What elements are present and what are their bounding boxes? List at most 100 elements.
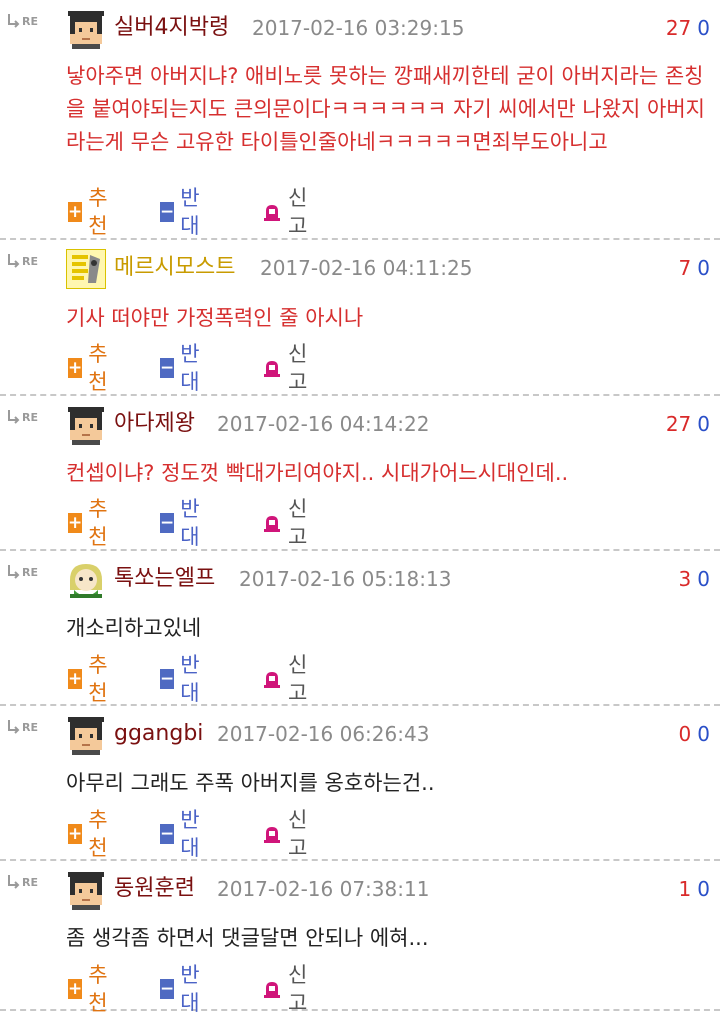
comment-date: 2017-02-16 06:26:43 (217, 722, 430, 746)
nickname[interactable]: 아다제왕 (114, 408, 195, 440)
avatar[interactable] (66, 715, 106, 755)
siren-icon (262, 824, 282, 844)
siren-icon (262, 202, 282, 222)
avatar[interactable] (66, 870, 106, 910)
upvote-count: 27 (665, 16, 692, 40)
report-label: 신고 (288, 653, 308, 705)
siren-icon (262, 669, 282, 689)
report-label: 신고 (288, 342, 308, 394)
report-button[interactable]: 신고 (262, 186, 307, 238)
recommend-button[interactable]: + 추천 (68, 808, 113, 860)
siren-icon (262, 513, 282, 533)
oppose-button[interactable]: − 반대 (160, 186, 205, 238)
svg-text:RE: RE (22, 721, 38, 734)
recommend-label: 추천 (88, 342, 108, 394)
reply-re-icon: RE (6, 563, 46, 581)
recommend-label: 추천 (88, 186, 108, 238)
report-button[interactable]: 신고 (262, 653, 307, 705)
comment-text: 컨셉이냐? 정도껏 빡대가리여야지.. 시대가어느시대인데.. (66, 461, 569, 485)
downvote-count: 0 (697, 877, 710, 901)
oppose-button[interactable]: − 반대 (160, 497, 205, 549)
comment-item: RE 톡쏘는엘프 2017-02-16 05:18:13 3 0 개소리하고있네 + 추천 − 반… (0, 551, 720, 706)
comment-list: RE 실버4지박령 2017-02-16 03:29:15 27 0 낳아주면 아버지냐?… (0, 0, 720, 1015)
comment-item: RE 메르시모스트 2017-02-16 04:11:25 7 0 기사 떠야만 가정폭력… (0, 240, 720, 396)
report-button[interactable]: 신고 (262, 342, 307, 394)
nickname[interactable]: ggangbi (114, 718, 203, 750)
oppose-label: 반대 (180, 497, 200, 549)
reply-re-icon: RE (6, 408, 46, 426)
reply-re-icon: RE (6, 718, 46, 736)
avatar[interactable] (66, 405, 106, 445)
minus-icon: − (160, 669, 175, 689)
comment-date: 2017-02-16 03:29:15 (252, 16, 465, 40)
plus-icon: + (68, 513, 83, 533)
recommend-label: 추천 (88, 497, 108, 549)
downvote-count: 0 (697, 567, 710, 591)
comment-date: 2017-02-16 05:18:13 (239, 567, 452, 591)
siren-icon (262, 358, 282, 378)
comment-date: 2017-02-16 07:38:11 (217, 877, 430, 901)
nickname[interactable]: 동원훈련 (114, 873, 195, 905)
upvote-count: 0 (678, 722, 692, 746)
minus-icon: − (160, 513, 175, 533)
report-label: 신고 (288, 963, 308, 1015)
recommend-label: 추천 (88, 963, 108, 1015)
recommend-label: 추천 (88, 808, 108, 860)
avatar[interactable] (66, 9, 106, 49)
comment-header: 메르시모스트 2017-02-16 04:11:25 7 0 (114, 252, 710, 284)
oppose-button[interactable]: − 반대 (160, 653, 205, 705)
minus-icon: − (160, 202, 175, 222)
comment-header: ggangbi 2017-02-16 06:26:43 0 0 (114, 718, 710, 750)
report-label: 신고 (288, 808, 308, 860)
reply-re-icon: RE (6, 252, 46, 270)
svg-text:RE: RE (22, 411, 38, 424)
comment-item: RE ggangbi 2017-02-16 06:26:43 0 0 아무리 그래도 주폭… (0, 706, 720, 861)
oppose-button[interactable]: − 반대 (160, 808, 205, 860)
comment-text: 좀 생각좀 하면서 댓글달면 안되나 에혀... (66, 926, 429, 950)
oppose-button[interactable]: − 반대 (160, 342, 205, 394)
recommend-button[interactable]: + 추천 (68, 497, 113, 549)
nickname[interactable]: 실버4지박령 (114, 12, 229, 44)
avatar[interactable] (66, 249, 106, 289)
recommend-button[interactable]: + 추천 (68, 342, 113, 394)
report-button[interactable]: 신고 (262, 808, 307, 860)
svg-text:RE: RE (22, 15, 38, 28)
oppose-label: 반대 (180, 963, 200, 1015)
report-label: 신고 (288, 497, 308, 549)
nickname[interactable]: 톡쏘는엘프 (114, 563, 215, 595)
report-button[interactable]: 신고 (262, 497, 307, 549)
comment-date: 2017-02-16 04:11:25 (260, 256, 473, 280)
upvote-count: 27 (665, 412, 692, 436)
vote-counts: 27 0 (666, 12, 710, 44)
comment-item: RE 동원훈련 2017-02-16 07:38:11 1 0 좀 생각좀 하면서 댓글달… (0, 861, 720, 1015)
vote-counts: 10 (679, 873, 710, 905)
avatar[interactable] (66, 560, 106, 600)
comment-text: 기사 떠야만 가정폭력인 줄 아시나 (66, 306, 364, 330)
svg-text:RE: RE (22, 255, 38, 268)
recommend-button[interactable]: + 추천 (68, 963, 113, 1015)
recommend-button[interactable]: + 추천 (68, 653, 113, 705)
minus-icon: − (160, 824, 175, 844)
upvote-count: 3 (678, 567, 692, 591)
oppose-button[interactable]: − 반대 (160, 963, 205, 1015)
svg-text:RE: RE (22, 566, 38, 579)
upvote-count: 7 (678, 256, 692, 280)
comment-item: RE 아다제왕 2017-02-16 04:14:22 27 0 컨셉이냐? 정도껏 빡대… (0, 396, 720, 551)
nickname[interactable]: 메르시모스트 (114, 252, 235, 284)
minus-icon: − (160, 358, 175, 378)
report-button[interactable]: 신고 (262, 963, 307, 1015)
comment-date: 2017-02-16 04:14:22 (217, 412, 430, 436)
plus-icon: + (68, 979, 83, 999)
comment-header: 동원훈련 2017-02-16 07:38:11 1 0 (114, 873, 710, 905)
comment-header: 톡쏘는엘프 2017-02-16 05:18:13 3 0 (114, 563, 710, 595)
upvote-count: 1 (678, 877, 692, 901)
comment-text: 아무리 그래도 주폭 아버지를 옹호하는건.. (66, 771, 435, 795)
downvote-count: 0 (697, 722, 710, 746)
vote-counts: 00 (679, 718, 710, 750)
oppose-label: 반대 (180, 342, 200, 394)
recommend-button[interactable]: + 추천 (68, 186, 113, 238)
comment-text: 낳아주면 아버지냐? 애비노릇 못하는 깡패새끼한테 굳이 아버지라는 존칭을 … (66, 64, 705, 154)
downvote-count: 0 (697, 16, 710, 40)
plus-icon: + (68, 824, 83, 844)
downvote-count: 0 (697, 412, 710, 436)
